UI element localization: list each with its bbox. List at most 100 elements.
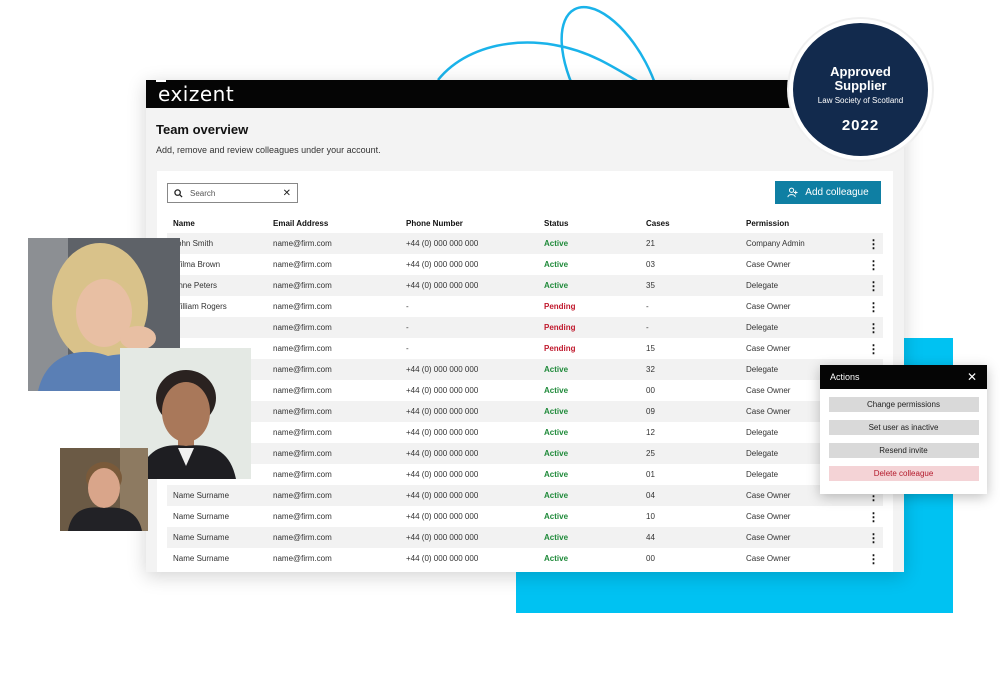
page-subtitle: Add, remove and review colleagues under …	[156, 145, 381, 155]
more-options-icon[interactable]: ⋮	[858, 531, 883, 545]
cell-email: name@firm.com	[273, 239, 332, 248]
cell-email: name@firm.com	[273, 323, 332, 332]
more-options-icon[interactable]: ⋮	[858, 237, 883, 251]
close-icon[interactable]: ✕	[967, 370, 977, 384]
cell-cases: 00	[646, 554, 655, 563]
cell-phone: +44 (0) 000 000 000	[406, 491, 479, 500]
column-header[interactable]: Cases	[640, 219, 740, 228]
column-header[interactable]: Email Address	[267, 219, 400, 228]
badge-line-supplier: Supplier	[834, 78, 887, 93]
table-row[interactable]: name@firm.com +44 (0) 000 000 000 Active 00…	[167, 380, 883, 401]
status-badge: Active	[544, 281, 569, 290]
cell-phone: +44 (0) 000 000 000	[406, 533, 479, 542]
cell-name: Anne Peters	[173, 281, 218, 290]
cell-name: Name Surname	[173, 533, 230, 542]
table-row[interactable]: Name Surname name@firm.com +44 (0) 000 000…	[167, 548, 883, 569]
table-row[interactable]: name@firm.com +44 (0) 000 000 000 Active 01…	[167, 464, 883, 485]
table-row[interactable]: Name Surname name@firm.com +44 (0) 000 000…	[167, 506, 883, 527]
table-row[interactable]: John Smith name@firm.com +44 (0) 000 000 0…	[167, 233, 883, 254]
cell-permission: Delegate	[746, 323, 779, 332]
badge-line-approved: Approved	[830, 64, 891, 79]
cell-phone: +44 (0) 000 000 000	[406, 386, 479, 395]
cell-cases: 21	[646, 239, 655, 248]
search-input[interactable]: Search ✕	[167, 183, 298, 203]
cell-email: name@firm.com	[273, 302, 332, 311]
status-badge: Active	[544, 386, 569, 395]
cell-email: name@firm.com	[273, 344, 332, 353]
more-options-icon[interactable]: ⋮	[858, 300, 883, 314]
column-header[interactable]: Name	[167, 219, 267, 228]
more-options-icon[interactable]: ⋮	[858, 279, 883, 293]
add-colleague-button[interactable]: Add colleague	[775, 181, 881, 204]
column-header[interactable]: Status	[538, 219, 640, 228]
status-badge: Active	[544, 260, 569, 269]
status-badge: Pending	[544, 323, 576, 332]
status-badge: Active	[544, 449, 569, 458]
cell-email: name@firm.com	[273, 386, 332, 395]
add-colleague-label: Add colleague	[805, 187, 869, 198]
table-row[interactable]: name@firm.com +44 (0) 000 000 000 Active 32…	[167, 359, 883, 380]
cell-email: name@firm.com	[273, 407, 332, 416]
table-row[interactable]: William Rogers name@firm.com - Pending - Case…	[167, 296, 883, 317]
cell-cases: 35	[646, 281, 655, 290]
cell-phone: +44 (0) 000 000 000	[406, 512, 479, 521]
actions-header: Actions ✕	[820, 365, 987, 389]
table-row[interactable]: name@firm.com +44 (0) 000 000 000 Active 09…	[167, 401, 883, 422]
colleagues-table: Name Email Address Phone Number Status C…	[167, 213, 883, 569]
status-badge: Active	[544, 512, 569, 521]
set-inactive-button[interactable]: Set user as inactive	[828, 420, 979, 435]
actions-title: Actions	[830, 372, 860, 382]
search-placeholder: Search	[190, 188, 216, 198]
cell-phone: +44 (0) 000 000 000	[406, 281, 479, 290]
cell-phone: +44 (0) 000 000 000	[406, 428, 479, 437]
cell-phone: +44 (0) 000 000 000	[406, 407, 479, 416]
search-icon	[174, 188, 183, 198]
cell-permission: Company Admin	[746, 239, 805, 248]
table-row[interactable]: Wilma Brown name@firm.com +44 (0) 000 000 …	[167, 254, 883, 275]
cell-permission: Case Owner	[746, 512, 791, 521]
cell-cases: 44	[646, 533, 655, 542]
column-header[interactable]: Permission	[740, 219, 858, 228]
more-options-icon[interactable]: ⋮	[858, 342, 883, 356]
status-badge: Active	[544, 554, 569, 563]
resend-invite-button[interactable]: Resend invite	[828, 443, 979, 458]
cell-name: William Rogers	[173, 302, 227, 311]
add-user-icon	[787, 187, 798, 198]
badge-line-society: Law Society of Scotland	[817, 96, 904, 105]
table-row[interactable]: Name Surname name@firm.com +44 (0) 000 000…	[167, 485, 883, 506]
cell-cases: 15	[646, 344, 655, 353]
delete-colleague-button[interactable]: Delete colleague	[828, 466, 979, 481]
column-header[interactable]: Phone Number	[400, 219, 538, 228]
status-badge: Active	[544, 470, 569, 479]
table-row[interactable]: name@firm.com +44 (0) 000 000 000 Active 12…	[167, 422, 883, 443]
more-options-icon[interactable]: ⋮	[858, 258, 883, 272]
cell-email: name@firm.com	[273, 281, 332, 290]
table-row[interactable]: name@firm.com - Pending - Delegate ⋮	[167, 317, 883, 338]
table-row[interactable]: Anne Peters name@firm.com +44 (0) 000 000 …	[167, 275, 883, 296]
cell-name: Name Surname	[173, 554, 230, 563]
cell-phone: -	[406, 302, 409, 311]
cell-cases: 10	[646, 512, 655, 521]
table-row[interactable]: name@firm.com +44 (0) 000 000 000 Active 25…	[167, 443, 883, 464]
clear-search-icon[interactable]: ✕	[283, 188, 291, 199]
status-badge: Active	[544, 365, 569, 374]
man-portrait-photo	[60, 448, 148, 531]
approved-supplier-badge: Approved Supplier Law Society of Scotlan…	[789, 19, 932, 160]
cell-phone: +44 (0) 000 000 000	[406, 239, 479, 248]
status-badge: Pending	[544, 302, 576, 311]
table-row[interactable]: name@firm.com - Pending 15 Case Owner ⋮	[167, 338, 883, 359]
cell-cases: 32	[646, 365, 655, 374]
cell-cases: 09	[646, 407, 655, 416]
more-options-icon[interactable]: ⋮	[858, 321, 883, 335]
cell-cases: -	[646, 323, 649, 332]
more-options-icon[interactable]: ⋮	[858, 510, 883, 524]
cell-permission: Case Owner	[746, 260, 791, 269]
more-options-icon[interactable]: ⋮	[858, 552, 883, 566]
cell-permission: Case Owner	[746, 302, 791, 311]
status-badge: Active	[544, 407, 569, 416]
cell-permission: Delegate	[746, 281, 779, 290]
cell-email: name@firm.com	[273, 512, 332, 521]
table-header: Name Email Address Phone Number Status C…	[167, 213, 883, 233]
table-row[interactable]: Name Surname name@firm.com +44 (0) 000 000…	[167, 527, 883, 548]
change-permissions-button[interactable]: Change permissions	[828, 397, 979, 412]
